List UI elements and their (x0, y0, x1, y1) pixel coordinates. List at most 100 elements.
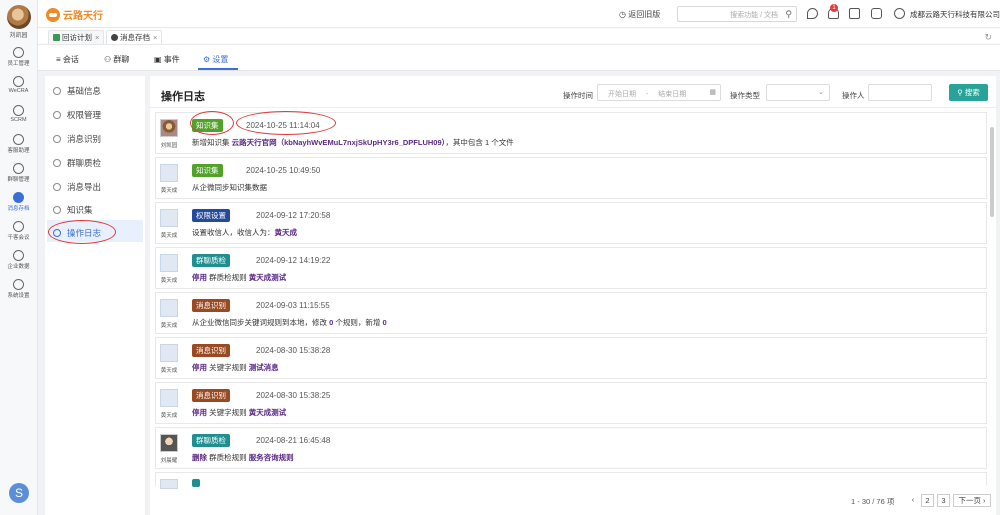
brand-logo[interactable]: 云路天行 (46, 7, 103, 22)
subnav-settings[interactable]: ⚙ 设置 (203, 54, 228, 65)
return-old-version-link[interactable]: ◷ 返回旧版 (619, 9, 660, 20)
menu-item-basic-info[interactable]: 基础信息 (53, 85, 101, 97)
log-type-badge: 消息识别 (192, 389, 230, 402)
log-time: 2024-10-25 10:49:50 (246, 166, 321, 175)
menu-label: 消息导出 (67, 182, 102, 192)
log-description: 停用 群质检规则 黄天成测试 (192, 272, 286, 283)
rail-item-group[interactable]: 群聊管理 (0, 163, 37, 189)
notification-badge: 1 (830, 4, 838, 12)
group-icon (13, 163, 24, 174)
gear-icon (13, 279, 24, 290)
log-time: 2024-09-12 14:19:22 (256, 256, 331, 265)
log-type-badge: 消息识别 (192, 299, 230, 312)
menu-item-permissions[interactable]: 权限管理 (53, 109, 101, 121)
wecra-icon (13, 76, 24, 87)
rail-item-archive[interactable]: 消息存档 (0, 192, 37, 218)
archive-icon (13, 192, 24, 203)
log-entry: 刘晨耀 群聊质检 2024-08-21 16:45:48 删除 群质检规则 服务… (155, 427, 987, 469)
sub-navigation: ≡ 会话 ⚇ 群聊 ▣ 事件 ⚙ 设置 (38, 45, 1000, 71)
page-button-2[interactable]: 2 (921, 494, 934, 507)
brand-bottom-icon[interactable]: S (9, 483, 29, 503)
menu-label: 消息识别 (67, 134, 102, 144)
rail-item-settings[interactable]: 系统设置 (0, 279, 37, 305)
subnav-chat[interactable]: ≡ 会话 (56, 54, 79, 65)
menu-item-knowledge-set[interactable]: 知识集 (53, 204, 93, 216)
theme-moon-icon[interactable] (807, 8, 818, 19)
tab-visit-plan[interactable]: 回访计划 × (48, 30, 105, 44)
menu-label: 群聊质检 (67, 158, 102, 168)
event-icon: ▣ (154, 55, 162, 64)
log-type-badge: 群聊质检 (192, 434, 230, 447)
search-icon[interactable]: ⚲ (785, 9, 792, 20)
group-icon (53, 159, 61, 167)
avatar (160, 344, 178, 362)
subnav-group[interactable]: ⚇ 群聊 (104, 54, 129, 65)
log-description: 从企业微信同步关键词规则到本地，修改 0 个规则，新增 0 (192, 317, 387, 328)
desc-text: 关键字规则 (209, 408, 247, 417)
rail-item-service[interactable]: 客服助理 (0, 134, 37, 160)
scrollbar[interactable] (990, 127, 994, 217)
operation-type-select[interactable]: ⌄ (766, 84, 830, 101)
page-button-3[interactable]: 3 (937, 494, 950, 507)
log-type-badge: 权限设置 (192, 209, 230, 222)
top-bar: 云路天行 ◷ 返回旧版 搜索功能 / 文档 ⚲ 1 成都云路天行科技有限公司 (38, 0, 1000, 28)
close-icon[interactable]: × (95, 33, 99, 42)
gear-icon: ⚙ (203, 55, 211, 64)
prev-page-button[interactable]: ‹ (907, 494, 919, 507)
close-icon[interactable]: × (153, 33, 157, 42)
operator-input[interactable] (868, 84, 932, 101)
desc-text: ，其中包含 1 个文件 (445, 138, 514, 147)
tab-label: 回访计划 (62, 33, 92, 42)
menu-item-group-inspection[interactable]: 群聊质检 (53, 157, 101, 169)
type-filter-label: 操作类型 (730, 91, 760, 100)
plan-icon (53, 34, 60, 41)
calendar-icon: ▦ (709, 89, 716, 96)
desc-text: 关键字规则 (209, 363, 247, 372)
log-type-badge (192, 479, 200, 487)
desc-highlight: 黄天成 (274, 228, 298, 237)
scrm-icon (13, 105, 24, 116)
search-button[interactable]: ⚲ 搜索 (949, 84, 988, 101)
log-description: 删除 群质检规则 服务咨询规则 (192, 452, 294, 463)
log-description: 停用 关键字规则 测试消息 (192, 362, 279, 373)
avatar (160, 389, 178, 407)
desc-text: 个规则，新增 (335, 318, 381, 327)
desc-text: 群质检规则 (209, 273, 247, 282)
company-name[interactable]: 成都云路天行科技有限公司 (910, 9, 1000, 20)
chevron-down-icon: ⌄ (818, 89, 824, 96)
search-icon: ⚲ (957, 88, 965, 97)
start-date-field[interactable]: 开始日期 (608, 91, 636, 98)
next-page-button[interactable]: 下一页 › (953, 494, 991, 507)
end-date-field[interactable]: 结束日期 (658, 91, 686, 98)
desc-text: 群质检规则 (209, 453, 247, 462)
menu-item-message-export[interactable]: 消息导出 (53, 181, 101, 193)
desc-highlight: 云路天行官网（kbNayhWvEMuL7nxjSkUpHY3r6_DPFLUH0… (231, 138, 446, 147)
page-tabs: 回访计划 × 消息存档 × ↻ (38, 28, 1000, 45)
global-search-input[interactable]: 搜索功能 / 文档 ⚲ (677, 6, 797, 22)
gem-icon[interactable] (871, 8, 882, 19)
operator-name: 黄天成 (160, 233, 178, 239)
clipboard-icon[interactable] (849, 8, 860, 19)
time-filter-label: 操作时间 (563, 91, 593, 100)
tab-message-archive[interactable]: 消息存档 × (106, 30, 163, 44)
highlight-circle (236, 111, 336, 135)
avatar (160, 164, 178, 182)
refresh-icon[interactable]: ↻ (984, 32, 992, 43)
menu-item-message-recognition[interactable]: 消息识别 (53, 133, 101, 145)
rail-item-data[interactable]: 企业数据 (0, 250, 37, 276)
rail-item-meeting[interactable]: 千客会议 (0, 221, 37, 247)
rail-item-wecra[interactable]: WeCRA (0, 76, 37, 102)
pagination-summary: 1 - 30 / 76 项 (851, 497, 895, 506)
date-range-picker[interactable]: 开始日期 - 结束日期 ▦ (597, 84, 721, 101)
user-avatar[interactable] (6, 5, 31, 29)
avatar (160, 254, 178, 272)
page-title: 操作日志 (161, 91, 205, 103)
operator-name: 黄天成 (160, 413, 178, 419)
rail-item-scrm[interactable]: SCRM (0, 105, 37, 131)
rail-item-staff[interactable]: 员工管理 (0, 47, 37, 73)
user-name: 刘凯园 (9, 33, 28, 39)
log-description: 设置收信人，收信人为：黄天成 (192, 227, 297, 238)
desc-highlight: 0 (382, 318, 387, 327)
subnav-event[interactable]: ▣ 事件 (154, 54, 180, 65)
shield-icon (53, 111, 61, 119)
